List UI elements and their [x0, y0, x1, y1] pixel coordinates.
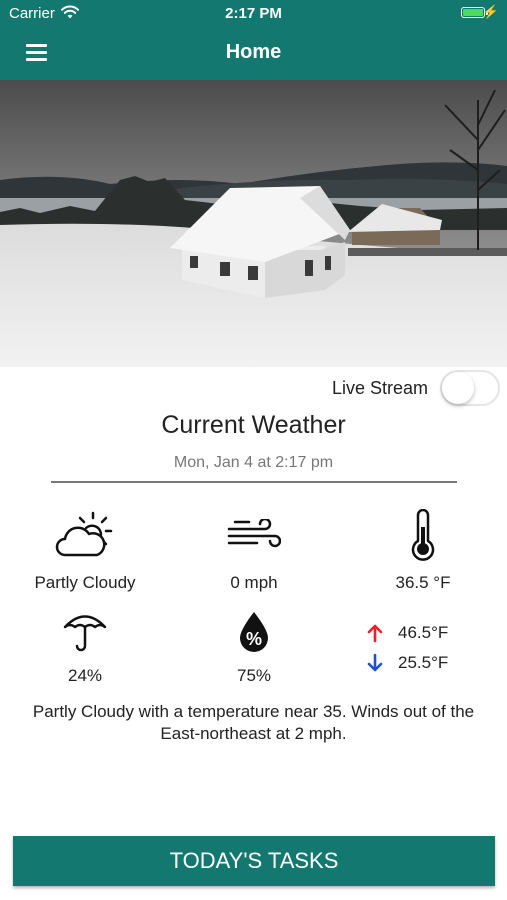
- wind-cell: 0 mph: [169, 505, 339, 593]
- current-weather-title: Current Weather: [161, 411, 346, 439]
- arrow-up-icon: [367, 624, 383, 643]
- nav-bar: Home: [0, 28, 507, 80]
- webcam-image: [0, 80, 507, 367]
- clock: 2:17 PM: [225, 5, 282, 22]
- humidity-label: 75%: [236, 666, 272, 685]
- high-row: 46.5°F: [366, 618, 448, 648]
- condition-cell: Partly Cloudy: [0, 505, 170, 593]
- wind-label: 0 mph: [230, 573, 278, 592]
- precip-cell: 24%: [0, 606, 170, 686]
- live-stream-label: Live Stream: [331, 377, 428, 398]
- partly-cloudy-icon: [55, 511, 113, 557]
- umbrella-icon: [63, 615, 107, 652]
- arrow-down-icon: [367, 653, 383, 672]
- status-bar: Carrier 2:17 PM ⚡: [0, 0, 507, 28]
- wind-icon: [227, 519, 281, 548]
- low-temp-label: 25.5°F: [398, 653, 449, 672]
- battery-icon: [461, 7, 488, 18]
- live-stream-toggle[interactable]: [440, 370, 500, 406]
- low-row: 25.5°F: [366, 648, 448, 678]
- humidity-drop-icon: %: [240, 612, 268, 652]
- svg-text:%: %: [246, 629, 262, 649]
- temperature-cell: 36.5 °F: [338, 505, 507, 593]
- weather-date: Mon, Jan 4 at 2:17 pm: [173, 454, 334, 471]
- condition-label: Partly Cloudy: [34, 573, 136, 592]
- todays-tasks-button[interactable]: TODAY'S TASKS: [13, 836, 495, 886]
- high-low: 46.5°F 25.5°F: [366, 618, 448, 678]
- temperature-label: 36.5 °F: [395, 573, 451, 592]
- thermometer-icon: [411, 509, 435, 561]
- page-title: Home: [225, 41, 282, 63]
- charging-bolt-icon: ⚡: [482, 4, 499, 19]
- weather-summary: Partly Cloudy with a temperature near 35…: [32, 702, 475, 743]
- humidity-cell: % 75%: [169, 606, 339, 686]
- high-temp-label: 46.5°F: [398, 623, 449, 642]
- live-stream-row: Live Stream: [332, 370, 500, 406]
- precip-label: 24%: [67, 666, 103, 685]
- divider: [51, 481, 457, 483]
